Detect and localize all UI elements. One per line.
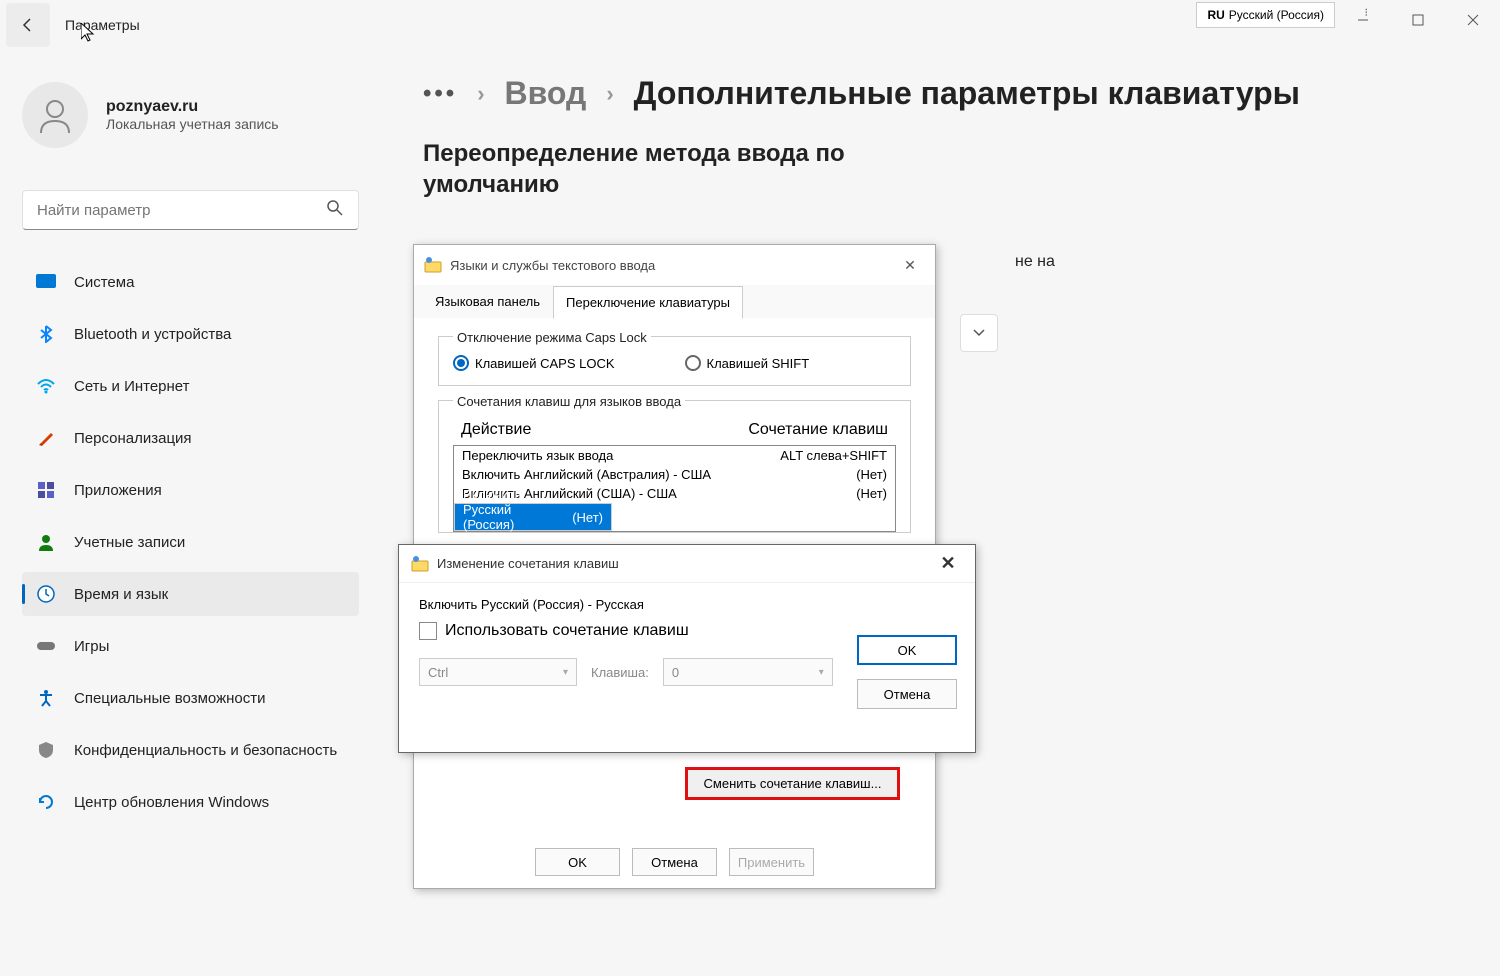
dialog-titlebar[interactable]: Языки и службы текстового ввода ✕ — [414, 245, 935, 285]
user-subtitle: Локальная учетная запись — [106, 116, 279, 132]
accessibility-icon — [36, 688, 56, 708]
radio-shift[interactable]: Клавишей SHIFT — [685, 355, 810, 371]
app-title: Параметры — [65, 17, 140, 33]
person-icon — [35, 95, 75, 135]
back-button[interactable] — [6, 3, 50, 47]
sidebar-item-accessibility[interactable]: Специальные возможности — [22, 676, 359, 720]
sidebar-item-bluetooth[interactable]: Bluetooth и устройства — [22, 312, 359, 356]
chevron-down-icon: ▾ — [563, 667, 568, 678]
dialog-title: Языки и службы текстового ввода — [450, 258, 895, 273]
shield-icon — [36, 740, 56, 760]
user-name: poznyaev.ru — [106, 98, 279, 116]
apps-icon — [36, 480, 56, 500]
dialog-button-column: OK Отмена — [857, 635, 957, 709]
chevron-down-icon — [972, 328, 986, 338]
key-label: Клавиша: — [591, 665, 649, 680]
gamepad-icon — [36, 636, 56, 656]
fieldset-legend: Отключение режима Caps Lock — [453, 330, 651, 345]
th-action: Действие — [461, 421, 738, 439]
chevron-down-icon: ▾ — [819, 667, 824, 678]
language-indicator[interactable]: RU Русский (Россия) — [1196, 2, 1335, 28]
search-icon — [326, 199, 344, 222]
section-title: Переопределение метода ввода по умолчани… — [423, 138, 863, 200]
user-block[interactable]: poznyaev.ru Локальная учетная запись — [22, 82, 279, 148]
user-icon — [36, 532, 56, 552]
sidebar-item-windows-update[interactable]: Центр обновления Windows — [22, 780, 359, 824]
sidebar-item-apps[interactable]: Приложения — [22, 468, 359, 512]
chevron-right-icon: › — [606, 81, 613, 107]
table-row[interactable]: Переключить язык вводаALT слева+SHIFT — [454, 446, 895, 465]
main-content: ••• › Ввод › Дополнительные параметры кл… — [423, 75, 1500, 200]
lang-name: Русский (Россия) — [1229, 8, 1324, 22]
dialog-titlebar[interactable]: Изменение сочетания клавиш ✕ — [399, 545, 975, 583]
sidebar-item-time-language[interactable]: Время и язык — [22, 572, 359, 616]
keyboard-icon — [411, 555, 429, 573]
apply-button[interactable]: Применить — [729, 848, 814, 876]
breadcrumb-link[interactable]: Ввод — [505, 75, 587, 112]
minimize-button[interactable] — [1335, 0, 1390, 40]
table-row[interactable]: Включить Русский (Россия) - Русская(Нет) — [454, 503, 612, 531]
close-icon[interactable]: ✕ — [933, 553, 963, 574]
change-hotkey-dialog: Изменение сочетания клавиш ✕ Включить Ру… — [398, 544, 976, 753]
system-icon — [36, 272, 56, 292]
sidebar-item-personalization[interactable]: Персонализация — [22, 416, 359, 460]
hotkeys-fieldset: Сочетания клавиш для языков ввода Действ… — [438, 400, 911, 533]
ok-button[interactable]: OK — [535, 848, 620, 876]
checkbox-icon — [419, 622, 437, 640]
bg-text-fragment: не на — [1015, 253, 1055, 271]
tab-keyboard-switch[interactable]: Переключение клавиатуры — [553, 286, 743, 319]
update-icon — [36, 792, 56, 812]
arrow-left-icon — [19, 16, 37, 34]
dialog-body: Отключение режима Caps Lock Клавишей CAP… — [414, 318, 935, 565]
brush-icon — [36, 428, 56, 448]
sidebar-item-accounts[interactable]: Учетные записи — [22, 520, 359, 564]
radio-capslock[interactable]: Клавишей CAPS LOCK — [453, 355, 615, 371]
tab-language-bar[interactable]: Языковая панель — [422, 285, 553, 318]
hotkeys-table[interactable]: Переключить язык вводаALT слева+SHIFT Вк… — [453, 445, 896, 532]
maximize-button[interactable] — [1390, 0, 1445, 40]
target-language-label: Включить Русский (Россия) - Русская — [419, 597, 955, 612]
avatar — [22, 82, 88, 148]
cancel-button[interactable]: Отмена — [632, 848, 717, 876]
dialog-body: Включить Русский (Россия) - Русская Испо… — [399, 583, 975, 700]
lang-code: RU — [1207, 8, 1224, 22]
sidebar: Система Bluetooth и устройства Сеть и Ин… — [22, 260, 359, 832]
sidebar-item-network[interactable]: Сеть и Интернет — [22, 364, 359, 408]
clock-globe-icon — [36, 584, 56, 604]
wifi-icon — [36, 376, 56, 396]
key-select[interactable]: 0▾ — [663, 658, 833, 686]
ok-button[interactable]: OK — [857, 635, 957, 665]
chevron-right-icon: › — [477, 81, 484, 107]
window-controls — [1335, 0, 1500, 40]
search-box[interactable] — [22, 190, 359, 230]
modifier-select[interactable]: Ctrl▾ — [419, 658, 577, 686]
close-icon[interactable]: ✕ — [895, 257, 925, 274]
table-row[interactable]: Включить Английский (Австралия) - США(Не… — [454, 465, 895, 484]
cancel-button[interactable]: Отмена — [857, 679, 957, 709]
th-shortcut: Сочетание клавиш — [738, 421, 888, 439]
table-header: Действие Сочетание клавиш — [453, 419, 896, 441]
radio-icon — [453, 355, 469, 371]
sidebar-item-gaming[interactable]: Игры — [22, 624, 359, 668]
keyboard-icon — [424, 256, 442, 274]
change-shortcut-button[interactable]: Сменить сочетание клавиш... — [685, 767, 900, 800]
capslock-fieldset: Отключение режима Caps Lock Клавишей CAP… — [438, 336, 911, 386]
dialog-button-row: OK Отмена Применить — [414, 848, 935, 876]
close-button[interactable] — [1445, 0, 1500, 40]
sidebar-item-privacy[interactable]: Конфиденциальность и безопасность — [22, 728, 359, 772]
dialog-tabs: Языковая панель Переключение клавиатуры — [414, 285, 935, 318]
fieldset-legend: Сочетания клавиш для языков ввода — [453, 394, 685, 409]
breadcrumb-current: Дополнительные параметры клавиатуры — [634, 75, 1300, 112]
breadcrumb-more[interactable]: ••• — [423, 80, 457, 108]
expand-button[interactable] — [960, 314, 998, 352]
sidebar-item-system[interactable]: Система — [22, 260, 359, 304]
search-input[interactable] — [37, 202, 326, 219]
dialog-title: Изменение сочетания клавиш — [437, 556, 933, 571]
checkbox-label: Использовать сочетание клавиш — [445, 622, 689, 640]
radio-icon — [685, 355, 701, 371]
breadcrumb: ••• › Ввод › Дополнительные параметры кл… — [423, 75, 1500, 112]
bluetooth-icon — [36, 324, 56, 344]
